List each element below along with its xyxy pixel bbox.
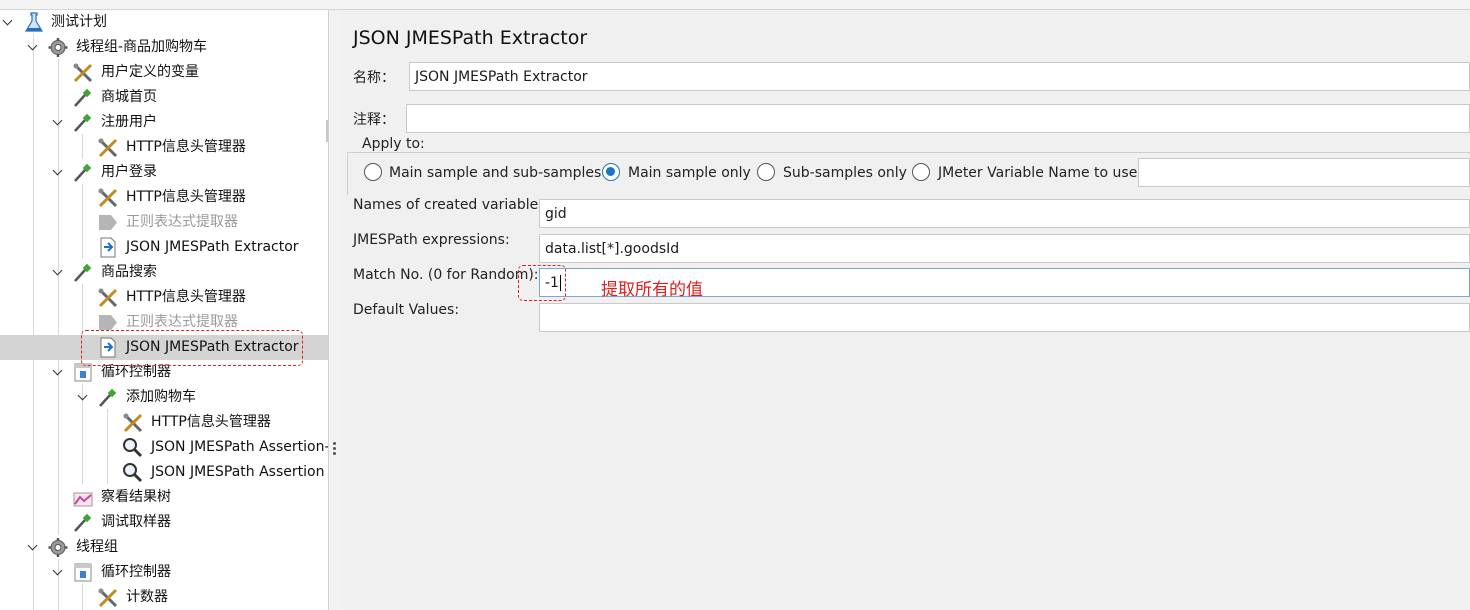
tree-guide-line (33, 34, 34, 610)
config-tools-icon (72, 62, 94, 83)
tree-node-label: 正则表达式提取器 (126, 214, 238, 230)
tree-node-label: 线程组-商品加购物车 (76, 39, 208, 55)
apply-to-legend: Apply to: (358, 136, 429, 152)
radio-main-only[interactable] (602, 163, 620, 181)
sampler-pipette-icon (72, 512, 94, 533)
jmeter-variable-field[interactable] (1138, 158, 1470, 187)
sampler-pipette-icon (97, 387, 119, 408)
expand-toggle[interactable] (3, 17, 13, 27)
expand-toggle[interactable] (53, 367, 63, 377)
tree-node-label: 循环控制器 (101, 564, 171, 580)
jmespath-expression-field[interactable]: data.list[*].goodsId (539, 234, 1470, 263)
tree-node-label: 用户定义的变量 (101, 64, 199, 80)
radio-jmeter-variable[interactable] (912, 163, 930, 181)
variable-names-field[interactable]: gid (539, 199, 1470, 228)
tree-node-label: 计数器 (126, 589, 168, 605)
tree-guide-line (82, 584, 83, 610)
radio-main-and-sub-label[interactable]: Main sample and sub-samples (389, 163, 601, 183)
radio-main-and-sub[interactable] (364, 163, 382, 181)
expand-toggle[interactable] (53, 167, 63, 177)
tree-node-label: 调试取样器 (101, 514, 171, 530)
config-tools-icon (97, 587, 119, 608)
tree-node-label: 注册用户 (101, 114, 157, 130)
loop-controller-icon (72, 562, 94, 583)
expand-toggle[interactable] (28, 42, 38, 52)
listener-chart-icon (72, 487, 94, 508)
expand-toggle[interactable] (28, 542, 38, 552)
sampler-pipette-icon (72, 112, 94, 133)
radio-sub-only-label[interactable]: Sub-samples only (783, 163, 907, 183)
tree-guide-line (82, 184, 83, 259)
tree-guide-line (107, 409, 108, 484)
tree-guide-line (82, 134, 83, 159)
tree-node-label: HTTP信息头管理器 (126, 139, 246, 155)
radio-jmeter-variable-label[interactable]: JMeter Variable Name to use (938, 163, 1137, 183)
tree-node-label: JSON JMESPath Extractor (126, 239, 299, 255)
variable-names-label: Names of created variables: (353, 197, 551, 213)
expand-toggle[interactable] (53, 267, 63, 277)
config-tools-icon (122, 412, 144, 433)
tree-node-label: 测试计划 (51, 14, 107, 30)
config-tools-icon (97, 187, 119, 208)
gear-icon (47, 37, 69, 58)
annotation-extract-all-values: 提取所有的值 (601, 280, 703, 300)
config-tools-icon (97, 137, 119, 158)
tree-node-label: JSON JMESPath Assertion-i (151, 439, 328, 455)
name-label: 名称： (353, 70, 395, 86)
toolbar-strip (0, 0, 1470, 10)
name-field[interactable]: JSON JMESPath Extractor (409, 62, 1470, 91)
default-values-label: Default Values: (353, 302, 460, 318)
tree-node-label: 察看结果树 (101, 489, 171, 505)
test-plan-tree[interactable]: 测试计划 线程组-商品加购物车 用户定义的变量 商城首页 注册用户 HTTP信息… (0, 10, 328, 610)
expand-toggle[interactable] (53, 567, 63, 577)
splitter-grip[interactable] (333, 442, 336, 457)
tree-node-label: 添加购物车 (126, 389, 196, 405)
expand-toggle[interactable] (78, 392, 88, 402)
comment-field[interactable] (406, 104, 1470, 133)
tree-node-label: JSON JMESPath Assertion (151, 464, 325, 480)
gear-icon (47, 537, 69, 558)
expand-toggle[interactable] (53, 117, 63, 127)
tree-node-label: HTTP信息头管理器 (151, 414, 271, 430)
default-values-field[interactable] (539, 303, 1470, 332)
sampler-pipette-icon (72, 162, 94, 183)
tree-node-label: 线程组 (76, 539, 118, 555)
tree-node-label: HTTP信息头管理器 (126, 289, 246, 305)
highlight-box-selected-node (81, 330, 303, 366)
radio-main-only-label[interactable]: Main sample only (628, 163, 751, 183)
assertion-magnifier-icon (122, 437, 144, 458)
match-no-label: Match No. (0 for Random): (353, 267, 539, 283)
tree-node-label: 商城首页 (101, 89, 157, 105)
json-extractor-icon (97, 237, 119, 258)
tree-node-label: 用户登录 (101, 164, 157, 180)
comment-label: 注释： (353, 112, 395, 128)
regex-extractor-icon (97, 212, 119, 233)
sampler-pipette-icon (72, 87, 94, 108)
split-pane-divider[interactable] (328, 10, 341, 610)
jmespath-expression-label: JMESPath expressions: (353, 232, 510, 248)
tree-guide-line (58, 59, 59, 535)
config-tools-icon (97, 287, 119, 308)
assertion-magnifier-icon (122, 462, 144, 483)
sampler-pipette-icon (72, 262, 94, 283)
radio-sub-only[interactable] (757, 163, 775, 181)
tree-node-label: HTTP信息头管理器 (126, 189, 246, 205)
tree-node-label: 商品搜索 (101, 264, 157, 280)
panel-title: JSON JMESPath Extractor (353, 27, 588, 49)
highlight-box-match-no (518, 265, 566, 301)
test-plan-icon (23, 12, 45, 33)
